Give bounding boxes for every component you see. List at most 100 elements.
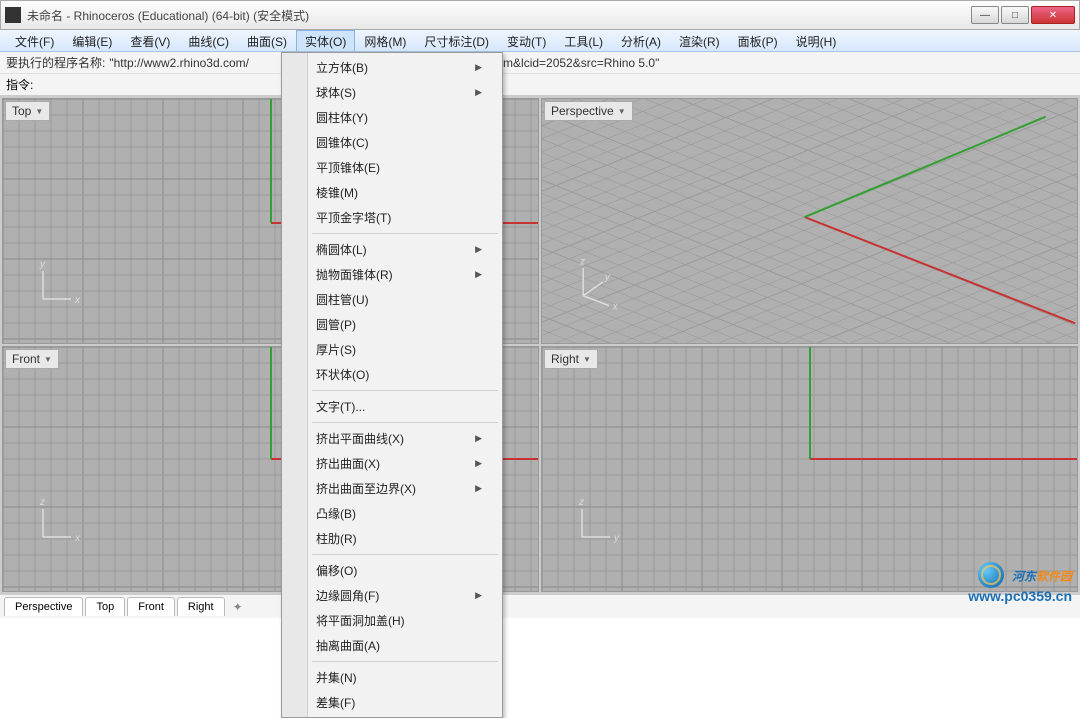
submenu-arrow-icon: ▶ bbox=[475, 269, 482, 280]
menu-item[interactable]: 圆锥体(C) bbox=[284, 130, 500, 155]
chevron-down-icon: ▼ bbox=[618, 107, 626, 116]
maximize-button[interactable]: □ bbox=[1001, 6, 1029, 24]
menu-查看v[interactable]: 查看(V) bbox=[121, 30, 179, 51]
viewport-title-perspective[interactable]: Perspective ▼ bbox=[544, 101, 633, 121]
svg-text:y: y bbox=[613, 533, 620, 544]
menu-item[interactable]: 立方体(B)▶ bbox=[284, 55, 500, 80]
submenu-arrow-icon: ▶ bbox=[475, 433, 482, 444]
submenu-arrow-icon: ▶ bbox=[475, 590, 482, 601]
menu-item[interactable]: 挤出曲面至边界(X)▶ bbox=[284, 476, 500, 501]
chevron-down-icon: ▼ bbox=[583, 355, 591, 364]
svg-text:y: y bbox=[39, 259, 46, 270]
minimize-button[interactable]: — bbox=[971, 6, 999, 24]
command-label: 要执行的程序名称: bbox=[6, 54, 105, 71]
menu-item[interactable]: 圆柱管(U) bbox=[284, 287, 500, 312]
tab-right[interactable]: Right bbox=[177, 597, 225, 616]
menu-item[interactable]: 将平面洞加盖(H) bbox=[284, 608, 500, 633]
menu-item[interactable]: 文字(T)... bbox=[284, 394, 500, 419]
menu-item[interactable]: 椭圆体(L)▶ bbox=[284, 237, 500, 262]
viewport-title-top[interactable]: Top ▼ bbox=[5, 101, 50, 121]
watermark-text-2: 软件园 bbox=[1036, 569, 1072, 583]
watermark-logo-icon bbox=[978, 562, 1004, 588]
window-titlebar: 未命名 - Rhinoceros (Educational) (64-bit) … bbox=[0, 0, 1080, 30]
menu-item[interactable]: 抛物面锥体(R)▶ bbox=[284, 262, 500, 287]
menu-item[interactable]: 圆管(P) bbox=[284, 312, 500, 337]
command-prompt-label: 指令: bbox=[6, 76, 33, 93]
menu-编辑e[interactable]: 编辑(E) bbox=[63, 30, 121, 51]
svg-text:z: z bbox=[39, 497, 45, 508]
menu-item[interactable]: 球体(S)▶ bbox=[284, 80, 500, 105]
command-url-left: "http://www2.rhino3d.com/ bbox=[109, 56, 249, 70]
menu-曲线c[interactable]: 曲线(C) bbox=[179, 30, 238, 51]
submenu-arrow-icon: ▶ bbox=[475, 483, 482, 494]
menu-item[interactable]: 挤出平面曲线(X)▶ bbox=[284, 426, 500, 451]
menu-面板p[interactable]: 面板(P) bbox=[729, 30, 787, 51]
svg-text:z: z bbox=[578, 497, 584, 508]
menu-item[interactable]: 平顶金字塔(T) bbox=[284, 205, 500, 230]
viewport-canvas: y z bbox=[542, 347, 1077, 591]
menu-separator bbox=[312, 661, 498, 662]
menu-说明h[interactable]: 说明(H) bbox=[787, 30, 846, 51]
menu-item[interactable]: 圆柱体(Y) bbox=[284, 105, 500, 130]
watermark: 河东软件园 www.pc0359.cn bbox=[968, 562, 1072, 604]
menu-separator bbox=[312, 233, 498, 234]
tab-front[interactable]: Front bbox=[127, 597, 175, 616]
command-prompt[interactable]: 指令: bbox=[0, 74, 1080, 95]
tab-perspective[interactable]: Perspective bbox=[4, 597, 83, 616]
svg-text:y: y bbox=[604, 272, 611, 283]
menu-item[interactable]: 挤出曲面(X)▶ bbox=[284, 451, 500, 476]
svg-text:z: z bbox=[579, 256, 585, 267]
menu-变动t[interactable]: 变动(T) bbox=[498, 30, 555, 51]
menu-item[interactable]: 凸缘(B) bbox=[284, 501, 500, 526]
viewport-label: Top bbox=[12, 104, 31, 118]
watermark-text-1: 河东 bbox=[1012, 569, 1036, 583]
menu-separator bbox=[312, 422, 498, 423]
solid-menu-dropdown: 立方体(B)▶球体(S)▶圆柱体(Y)圆锥体(C)平顶锥体(E)棱锥(M)平顶金… bbox=[281, 52, 503, 718]
menubar: 文件(F)编辑(E)查看(V)曲线(C)曲面(S)实体(O)网格(M)尺寸标注(… bbox=[0, 30, 1080, 52]
viewport-canvas: x y z bbox=[542, 99, 1077, 343]
menu-尺寸标注d[interactable]: 尺寸标注(D) bbox=[415, 30, 498, 51]
submenu-arrow-icon: ▶ bbox=[475, 458, 482, 469]
svg-text:x: x bbox=[74, 533, 81, 544]
add-tab-button[interactable]: ✦ bbox=[227, 597, 249, 617]
close-button[interactable]: ✕ bbox=[1031, 6, 1075, 24]
tab-top[interactable]: Top bbox=[85, 597, 125, 616]
menu-分析a[interactable]: 分析(A) bbox=[612, 30, 670, 51]
submenu-arrow-icon: ▶ bbox=[475, 87, 482, 98]
menu-渲染r[interactable]: 渲染(R) bbox=[670, 30, 729, 51]
menu-item[interactable]: 抽离曲面(A) bbox=[284, 633, 500, 658]
viewport-label: Perspective bbox=[551, 104, 614, 118]
menu-网格m[interactable]: 网格(M) bbox=[355, 30, 415, 51]
menu-曲面s[interactable]: 曲面(S) bbox=[238, 30, 296, 51]
viewport-title-front[interactable]: Front ▼ bbox=[5, 349, 59, 369]
command-bar: 要执行的程序名称: "http://www2.rhino3d.com/ faq.… bbox=[0, 52, 1080, 96]
menu-item[interactable]: 差集(F) bbox=[284, 690, 500, 715]
viewport-tabs: PerspectiveTopFrontRight✦ bbox=[0, 594, 1080, 618]
viewport-perspective[interactable]: Perspective ▼ x y z bbox=[541, 98, 1078, 344]
viewport-right[interactable]: Right ▼ y z bbox=[541, 346, 1078, 592]
submenu-arrow-icon: ▶ bbox=[475, 244, 482, 255]
menu-item[interactable]: 环状体(O) bbox=[284, 362, 500, 387]
menu-item[interactable]: 边缘圆角(F)▶ bbox=[284, 583, 500, 608]
submenu-arrow-icon: ▶ bbox=[475, 62, 482, 73]
chevron-down-icon: ▼ bbox=[44, 355, 52, 364]
viewport-label: Front bbox=[12, 352, 40, 366]
viewport-title-right[interactable]: Right ▼ bbox=[544, 349, 598, 369]
svg-text:x: x bbox=[612, 302, 619, 313]
menu-实体o[interactable]: 实体(O) bbox=[296, 30, 355, 51]
command-history-line: 要执行的程序名称: "http://www2.rhino3d.com/ faq.… bbox=[0, 52, 1080, 74]
menu-item[interactable]: 并集(N) bbox=[284, 665, 500, 690]
menu-item[interactable]: 柱肋(R) bbox=[284, 526, 500, 551]
svg-text:x: x bbox=[74, 295, 81, 306]
menu-item[interactable]: 棱锥(M) bbox=[284, 180, 500, 205]
viewport-grid: Top ▼ x y Perspective ▼ x y z bbox=[0, 96, 1080, 594]
menu-item[interactable]: 平顶锥体(E) bbox=[284, 155, 500, 180]
menu-separator bbox=[312, 390, 498, 391]
app-icon bbox=[5, 7, 21, 23]
viewport-label: Right bbox=[551, 352, 579, 366]
menu-工具l[interactable]: 工具(L) bbox=[555, 30, 612, 51]
menu-文件f[interactable]: 文件(F) bbox=[6, 30, 63, 51]
menu-item[interactable]: 偏移(O) bbox=[284, 558, 500, 583]
menu-separator bbox=[312, 554, 498, 555]
menu-item[interactable]: 厚片(S) bbox=[284, 337, 500, 362]
